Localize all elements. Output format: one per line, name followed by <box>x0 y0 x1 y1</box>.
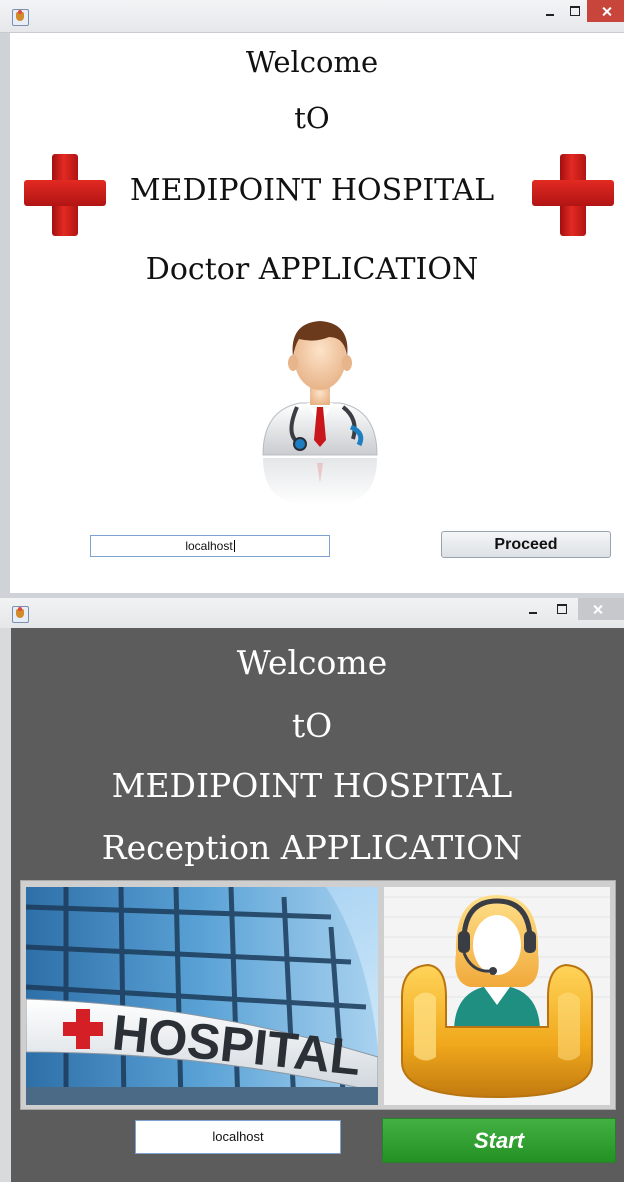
minimize-icon <box>529 612 537 614</box>
text-caret <box>233 540 235 552</box>
minimize-button[interactable] <box>520 598 546 620</box>
receptionist-icon <box>384 887 610 1105</box>
welcome-heading: Welcome <box>245 45 379 79</box>
hospital-name-heading: MEDIPOINT HOSPITAL <box>111 766 513 805</box>
host-input[interactable]: localhost <box>135 1120 341 1154</box>
to-heading: tO <box>291 706 333 745</box>
doctor-window-titlebar[interactable] <box>0 0 624 33</box>
doctor-window <box>0 0 624 598</box>
maximize-icon <box>557 604 567 614</box>
java-cup-icon <box>12 9 29 26</box>
minimize-button[interactable] <box>537 0 563 22</box>
reception-window-titlebar[interactable] <box>0 598 624 628</box>
red-cross-icon <box>528 150 618 240</box>
doctor-avatar-icon <box>262 321 378 505</box>
java-cup-icon <box>12 606 29 623</box>
maximize-button[interactable] <box>563 0 587 22</box>
app-name-heading: Reception APPLICATION <box>101 828 523 867</box>
welcome-heading: Welcome <box>236 643 388 682</box>
to-heading: tO <box>294 101 330 135</box>
hospital-building-image: HOSPITAL <box>26 887 378 1105</box>
host-input-value: localhost <box>185 539 233 553</box>
host-input[interactable]: localhost <box>90 535 330 557</box>
maximize-button[interactable] <box>550 598 574 620</box>
close-button[interactable] <box>578 598 624 620</box>
proceed-button[interactable]: Proceed <box>441 531 611 558</box>
close-button[interactable] <box>587 0 624 22</box>
maximize-icon <box>570 6 580 16</box>
app-name-heading: Doctor APPLICATION <box>145 252 479 287</box>
minimize-icon <box>546 14 554 16</box>
start-button[interactable]: Start <box>382 1118 616 1163</box>
